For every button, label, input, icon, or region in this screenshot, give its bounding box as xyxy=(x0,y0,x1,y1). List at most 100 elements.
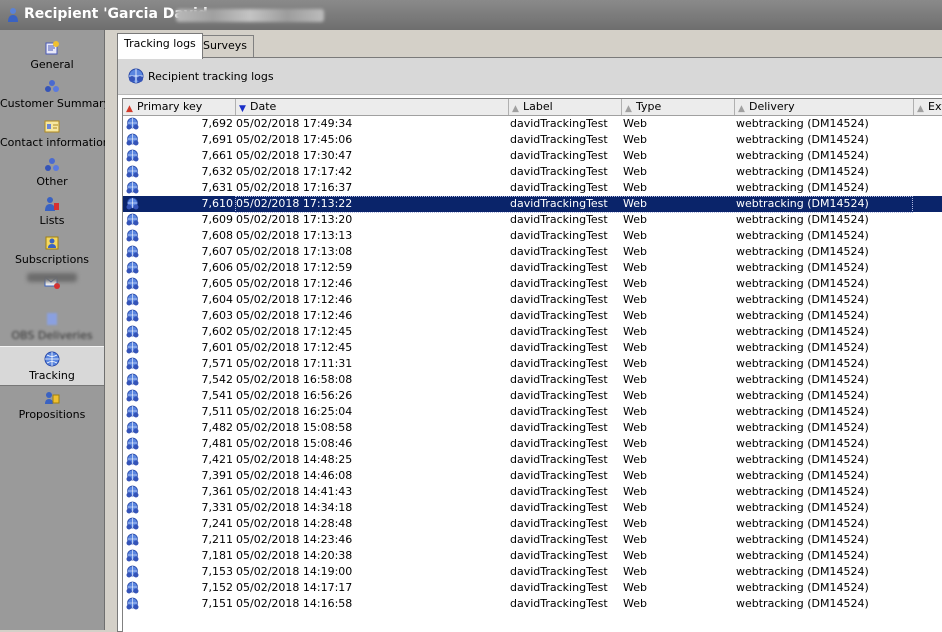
tab-surveys[interactable]: Surveys xyxy=(196,35,254,57)
cell-primary-key: 7,241 xyxy=(201,517,234,530)
sidebar-item-customer-summary[interactable]: Customer Summary xyxy=(0,75,110,113)
column-header-type[interactable]: ▲ Type xyxy=(622,99,735,115)
table-row[interactable]: 7,421 05/02/2018 14:48:25 davidTrackingTes… xyxy=(123,452,942,468)
column-header-ext[interactable]: ▲ Ext xyxy=(914,99,942,115)
cell-primary-key: 7,603 xyxy=(201,309,234,322)
sidebar-item-contact-information[interactable]: Contact information xyxy=(0,114,110,152)
customer-summary-icon xyxy=(45,80,59,92)
table-row[interactable]: 7,211 05/02/2018 14:23:46 davidTrackingTes… xyxy=(123,532,942,548)
table-row[interactable]: 7,482 05/02/2018 15:08:58 davidTrackingTes… xyxy=(123,420,942,436)
table-row[interactable]: 7,692 05/02/2018 17:49:34 davidTrackingTes… xyxy=(123,116,942,132)
cell-label: davidTrackingTest xyxy=(510,501,608,514)
cell-date: 05/02/2018 17:12:46 xyxy=(236,293,353,306)
table-row[interactable]: 7,181 05/02/2018 14:20:38 davidTrackingTes… xyxy=(123,548,942,564)
table-row[interactable]: 7,606 05/02/2018 17:12:59 davidTrackingTes… xyxy=(123,260,942,276)
cell-type: Web xyxy=(623,213,647,226)
table-row[interactable]: 7,661 05/02/2018 17:30:47 davidTrackingTes… xyxy=(123,148,942,164)
cell-date: 05/02/2018 17:16:37 xyxy=(236,181,353,194)
sidebar-item-other[interactable]: Other xyxy=(0,153,104,191)
tracking-log-icon xyxy=(126,437,139,450)
cell-type: Web xyxy=(623,133,647,146)
cell-primary-key: 7,331 xyxy=(201,501,234,514)
column-header-label[interactable]: ▲ Label xyxy=(509,99,622,115)
sidebar-item-general[interactable]: General xyxy=(0,36,104,74)
column-header-delivery[interactable]: ▲ Delivery xyxy=(735,99,914,115)
table-row[interactable]: 7,607 05/02/2018 17:13:08 davidTrackingTes… xyxy=(123,244,942,260)
row-icon-cell xyxy=(125,484,142,500)
sidebar-item-deliveries[interactable] xyxy=(0,270,104,308)
cell-label: davidTrackingTest xyxy=(510,309,608,322)
sidebar-item-subscriptions[interactable]: Subscriptions xyxy=(0,231,104,269)
row-icon-cell xyxy=(125,388,142,404)
table-row[interactable]: 7,610 05/02/2018 17:13:22 davidTrackingTes… xyxy=(123,196,942,213)
table-row[interactable]: 7,691 05/02/2018 17:45:06 davidTrackingTes… xyxy=(123,132,942,148)
cell-delivery: webtracking (DM14524) xyxy=(736,341,869,354)
cell-primary-key: 7,361 xyxy=(201,485,234,498)
tracking-log-icon xyxy=(126,533,139,546)
row-icon-cell xyxy=(125,244,142,260)
cell-type: Web xyxy=(623,181,647,194)
cell-date: 05/02/2018 17:13:20 xyxy=(236,213,353,226)
cell-delivery: webtracking (DM14524) xyxy=(736,389,869,402)
cell-label: davidTrackingTest xyxy=(510,245,608,258)
cell-delivery: webtracking (DM14524) xyxy=(736,213,869,226)
table-row[interactable]: 7,631 05/02/2018 17:16:37 davidTrackingTes… xyxy=(123,180,942,196)
cell-label: davidTrackingTest xyxy=(510,485,608,498)
column-header-date[interactable]: ▼ Date xyxy=(236,99,509,115)
cell-date: 05/02/2018 17:12:45 xyxy=(236,341,353,354)
cell-date: 05/02/2018 14:19:00 xyxy=(236,565,353,578)
cell-date: 05/02/2018 17:12:46 xyxy=(236,309,353,322)
table-row[interactable]: 7,481 05/02/2018 15:08:46 davidTrackingTes… xyxy=(123,436,942,452)
row-icon-cell xyxy=(125,404,142,420)
cell-date: 05/02/2018 17:45:06 xyxy=(236,133,353,146)
table-row[interactable]: 7,603 05/02/2018 17:12:46 davidTrackingTes… xyxy=(123,308,942,324)
cell-type: Web xyxy=(623,485,647,498)
cell-primary-key: 7,601 xyxy=(201,341,234,354)
cell-date: 05/02/2018 17:12:59 xyxy=(236,261,353,274)
table-row[interactable]: 7,601 05/02/2018 17:12:45 davidTrackingTes… xyxy=(123,340,942,356)
cell-type: Web xyxy=(623,421,647,434)
cell-primary-key: 7,482 xyxy=(201,421,234,434)
row-icon-cell xyxy=(125,532,142,548)
grid-rows: 7,692 05/02/2018 17:49:34 davidTrackingTes… xyxy=(123,116,942,612)
table-row[interactable]: 7,152 05/02/2018 14:17:17 davidTrackingTes… xyxy=(123,580,942,596)
table-row[interactable]: 7,331 05/02/2018 14:34:18 davidTrackingTes… xyxy=(123,500,942,516)
tab-tracking-logs[interactable]: Tracking logs xyxy=(117,33,203,59)
table-row[interactable]: 7,632 05/02/2018 17:17:42 davidTrackingTes… xyxy=(123,164,942,180)
table-row[interactable]: 7,609 05/02/2018 17:13:20 davidTrackingTes… xyxy=(123,212,942,228)
cell-type: Web xyxy=(623,469,647,482)
cell-delivery: webtracking (DM14524) xyxy=(736,181,869,194)
cell-type: Web xyxy=(623,405,647,418)
cell-primary-key: 7,608 xyxy=(201,229,234,242)
cell-label: davidTrackingTest xyxy=(510,325,608,338)
table-row[interactable]: 7,542 05/02/2018 16:58:08 davidTrackingTes… xyxy=(123,372,942,388)
tracking-log-icon xyxy=(126,469,139,482)
sidebar-item-tracking[interactable]: Tracking xyxy=(0,346,104,386)
table-row[interactable]: 7,604 05/02/2018 17:12:46 davidTrackingTes… xyxy=(123,292,942,308)
table-row[interactable]: 7,571 05/02/2018 17:11:31 davidTrackingTes… xyxy=(123,356,942,372)
cell-label: davidTrackingTest xyxy=(510,549,608,562)
table-row[interactable]: 7,361 05/02/2018 14:41:43 davidTrackingTes… xyxy=(123,484,942,500)
cell-primary-key: 7,609 xyxy=(201,213,234,226)
table-row[interactable]: 7,608 05/02/2018 17:13:13 davidTrackingTes… xyxy=(123,228,942,244)
cell-label: davidTrackingTest xyxy=(510,437,608,450)
sidebar-item-obs-deliveries[interactable]: OBS Deliveries xyxy=(0,307,104,345)
table-row[interactable]: 7,153 05/02/2018 14:19:00 davidTrackingTes… xyxy=(123,564,942,580)
table-row[interactable]: 7,511 05/02/2018 16:25:04 davidTrackingTes… xyxy=(123,404,942,420)
tracking-log-icon xyxy=(126,517,139,530)
sidebar-item-lists[interactable]: Lists xyxy=(0,192,104,230)
table-row[interactable]: 7,602 05/02/2018 17:12:45 davidTrackingTes… xyxy=(123,324,942,340)
table-row[interactable]: 7,241 05/02/2018 14:28:48 davidTrackingTes… xyxy=(123,516,942,532)
cell-label: davidTrackingTest xyxy=(510,261,608,274)
sidebar-item-propositions[interactable]: Propositions xyxy=(0,386,104,424)
table-row[interactable]: 7,541 05/02/2018 16:56:26 davidTrackingTes… xyxy=(123,388,942,404)
table-row[interactable]: 7,605 05/02/2018 17:12:46 davidTrackingTes… xyxy=(123,276,942,292)
cell-label: davidTrackingTest xyxy=(510,181,608,194)
cell-type: Web xyxy=(623,149,647,162)
cell-label: davidTrackingTest xyxy=(510,597,608,610)
cell-primary-key: 7,542 xyxy=(201,373,234,386)
table-row[interactable]: 7,391 05/02/2018 14:46:08 davidTrackingTes… xyxy=(123,468,942,484)
column-header-primary-key[interactable]: ▲ Primary key xyxy=(123,99,236,115)
redacted-label xyxy=(27,273,77,282)
table-row[interactable]: 7,151 05/02/2018 14:16:58 davidTrackingTes… xyxy=(123,596,942,612)
